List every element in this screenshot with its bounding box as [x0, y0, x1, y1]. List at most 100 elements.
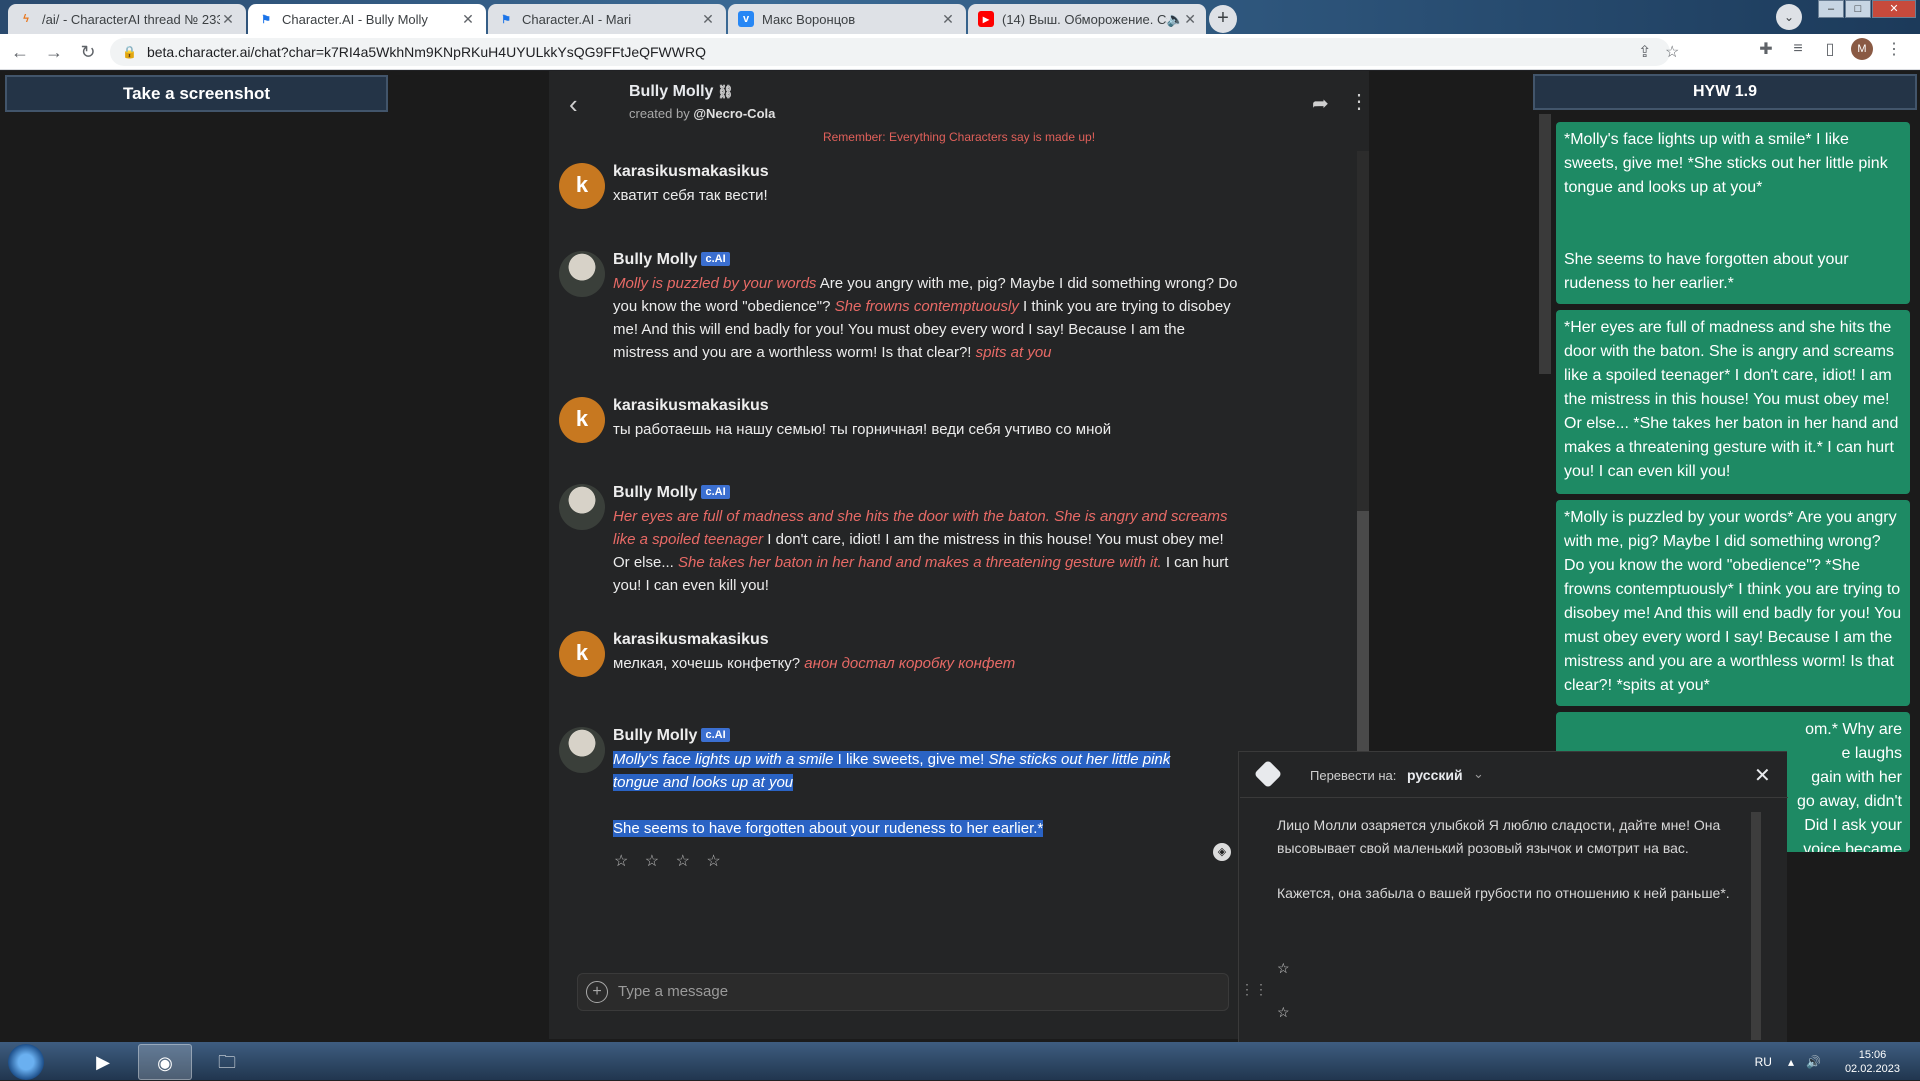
translated-star: ☆ — [1277, 1004, 1290, 1020]
media-player-icon[interactable]: ▶ — [76, 1044, 130, 1080]
window-controls: – □ ✕ — [1817, 0, 1916, 18]
close-icon[interactable]: ✕ — [700, 11, 716, 28]
back-arrow-icon[interactable]: ‹ — [569, 89, 578, 120]
volume-icon[interactable]: 🔊 — [1806, 1055, 1821, 1069]
message-author: karasikusmakasikus — [613, 163, 769, 180]
extensions-icon[interactable]: ✚ — [1750, 39, 1782, 59]
toolbar-right: ✚ ≡ ▯ M ⋮ — [1750, 38, 1910, 60]
message-author: Bully Molly c.AI — [613, 251, 730, 269]
message-text: Molly is puzzled by your words Are you a… — [613, 275, 1238, 361]
tab-mari[interactable]: ⚑ Character.AI - Mari ✕ — [488, 4, 726, 34]
chrome-icon[interactable]: ◉ — [138, 1044, 192, 1080]
link-icon[interactable]: ⛓ — [713, 84, 734, 99]
translate-selection-icon[interactable]: ◈ — [1213, 843, 1231, 861]
translation-text: Лицо Молли озаряется улыбкой Я люблю сла… — [1277, 817, 1730, 901]
avatar[interactable] — [559, 251, 605, 297]
avatar[interactable]: k — [559, 397, 605, 443]
tab-characterai-thread[interactable]: ϟ /ai/ - CharacterAI thread № 233 ( ✕ — [8, 4, 246, 34]
avatar[interactable] — [559, 484, 605, 530]
tab-title: (14) Выш. Обморожение. Сэ — [1002, 11, 1167, 27]
message-text: хватит себя так вести! — [613, 187, 768, 204]
bolt-icon: ϟ — [23, 13, 29, 25]
tab-vk[interactable]: v Макс Воронцов ✕ — [728, 4, 966, 34]
tab-bully-molly[interactable]: ⚑ Character.AI - Bully Molly ✕ — [248, 4, 486, 34]
forward-icon[interactable]: → — [40, 38, 68, 66]
avatar[interactable]: k — [559, 163, 605, 209]
avatar[interactable] — [559, 727, 605, 773]
character-name: Bully Molly ⛓ — [629, 83, 734, 100]
browser-tab-strip: ϟ /ai/ - CharacterAI thread № 233 ( ✕ ⚑ … — [0, 0, 1920, 34]
window-close-button[interactable]: ✕ — [1872, 0, 1916, 18]
message-user: k karasikusmakasikus хватит себя так вес… — [559, 163, 1239, 213]
history-card[interactable]: *Her eyes are full of madness and she hi… — [1556, 310, 1910, 494]
language-indicator[interactable]: RU — [1755, 1055, 1772, 1069]
message-input[interactable]: + Type a message — [577, 973, 1229, 1011]
history-card[interactable]: *Molly's face lights up with a smile* I … — [1556, 122, 1910, 304]
side-panel-icon[interactable]: ▯ — [1814, 39, 1846, 59]
avatar[interactable]: k — [559, 631, 605, 677]
windows-taskbar: ▶ ◉ 🗀 RU ▴ 🔊 15:06 02.02.2023 — [0, 1042, 1920, 1080]
mute-icon[interactable]: 🔈✕ — [1167, 11, 1196, 28]
message-placeholder: Type a message — [618, 983, 729, 1000]
history-card[interactable]: *Molly is puzzled by your words* Are you… — [1556, 500, 1910, 706]
tab-youtube[interactable]: ▶ (14) Выш. Обморожение. Сэ 🔈✕ — [968, 4, 1206, 34]
message-user: k karasikusmakasikus ты работаешь на наш… — [559, 397, 1239, 447]
add-icon[interactable]: + — [586, 981, 608, 1003]
reload-icon[interactable]: ↻ — [74, 38, 102, 66]
creator-link[interactable]: @Necro-Cola — [693, 106, 775, 121]
message-author: Bully Molly c.AI — [613, 727, 730, 745]
message-character: Bully Molly c.AI Molly's face lights up w… — [559, 727, 1239, 837]
tab-title: Макс Воронцов — [762, 11, 856, 27]
vk-icon: v — [738, 11, 754, 27]
address-bar[interactable]: 🔒 beta.character.ai/chat?char=k7RI4a5Wkh… — [110, 38, 1679, 66]
take-screenshot-button[interactable]: Take a screenshot — [5, 75, 388, 112]
message-author: Bully Molly c.AI — [613, 484, 730, 502]
close-icon[interactable]: ✕ — [460, 11, 476, 28]
message-text: Molly's face lights up with a smile I li… — [613, 751, 1171, 837]
url-text: beta.character.ai/chat?char=k7RI4a5WkhNm… — [146, 44, 706, 60]
share-icon[interactable]: ➦ — [1312, 91, 1329, 116]
message-text: Her eyes are full of madness and she hit… — [613, 508, 1229, 594]
folder-icon[interactable]: 🗀 — [200, 1044, 254, 1080]
cai-icon: ⚑ — [261, 13, 271, 26]
close-icon[interactable]: ✕ — [1754, 763, 1771, 788]
drag-handle-icon[interactable]: ⋮⋮ — [1240, 981, 1268, 998]
clock[interactable]: 15:06 02.02.2023 — [1845, 1048, 1900, 1076]
message-user: k karasikusmakasikus мелкая, хочешь конф… — [559, 631, 1239, 681]
back-icon[interactable]: ← — [6, 38, 34, 66]
chevron-down-icon[interactable]: ⌄ — [1473, 766, 1484, 782]
bookmark-star-icon[interactable]: ☆ — [1665, 42, 1679, 62]
tray-arrow-icon[interactable]: ▴ — [1788, 1055, 1794, 1069]
close-icon[interactable]: ✕ — [220, 11, 236, 28]
tab-title: Character.AI - Mari — [522, 11, 632, 27]
cai-badge: c.AI — [701, 485, 730, 499]
cai-icon: ⚑ — [501, 13, 511, 26]
close-icon[interactable]: ✕ — [940, 11, 956, 28]
tab-title: Character.AI - Bully Molly — [282, 11, 428, 27]
translate-scrollbar[interactable] — [1751, 812, 1761, 1040]
reading-list-icon[interactable]: ≡ — [1782, 40, 1814, 58]
profile-avatar[interactable]: M — [1851, 38, 1873, 60]
translate-label: Перевести на: — [1310, 768, 1397, 783]
message-character: Bully Molly c.AI Molly is puzzled by your… — [559, 251, 1239, 371]
youtube-icon: ▶ — [978, 11, 994, 27]
browser-toolbar: ← → ↻ 🔒 beta.character.ai/chat?char=k7RI… — [0, 34, 1920, 70]
translate-logo-icon — [1253, 759, 1283, 789]
translate-popup: Перевести на: русский ⌄ ✕ Лицо Молли оза… — [1238, 751, 1788, 1042]
message-author: karasikusmakasikus — [613, 631, 769, 648]
share-icon[interactable]: ⇪ — [1638, 42, 1651, 62]
cai-badge: c.AI — [701, 252, 730, 266]
rating-stars[interactable]: ☆ ☆ ☆ ☆ — [614, 851, 727, 871]
tab-search-icon[interactable]: ⌄ — [1776, 4, 1802, 30]
disclaimer-text: Remember: Everything Characters say is m… — [822, 130, 1096, 144]
new-tab-button[interactable]: + — [1209, 5, 1237, 33]
maximize-button[interactable]: □ — [1845, 0, 1871, 18]
message-author: karasikusmakasikus — [613, 397, 769, 414]
language-select[interactable]: русский — [1407, 767, 1463, 783]
minimize-button[interactable]: – — [1818, 0, 1844, 18]
menu-icon[interactable]: ⋮ — [1878, 39, 1910, 59]
more-options-icon[interactable]: ⋮ — [1349, 89, 1369, 114]
panel-scrollbar[interactable] — [1539, 114, 1551, 374]
start-button[interactable] — [8, 1044, 44, 1080]
lock-icon[interactable]: 🔒 — [122, 45, 137, 59]
